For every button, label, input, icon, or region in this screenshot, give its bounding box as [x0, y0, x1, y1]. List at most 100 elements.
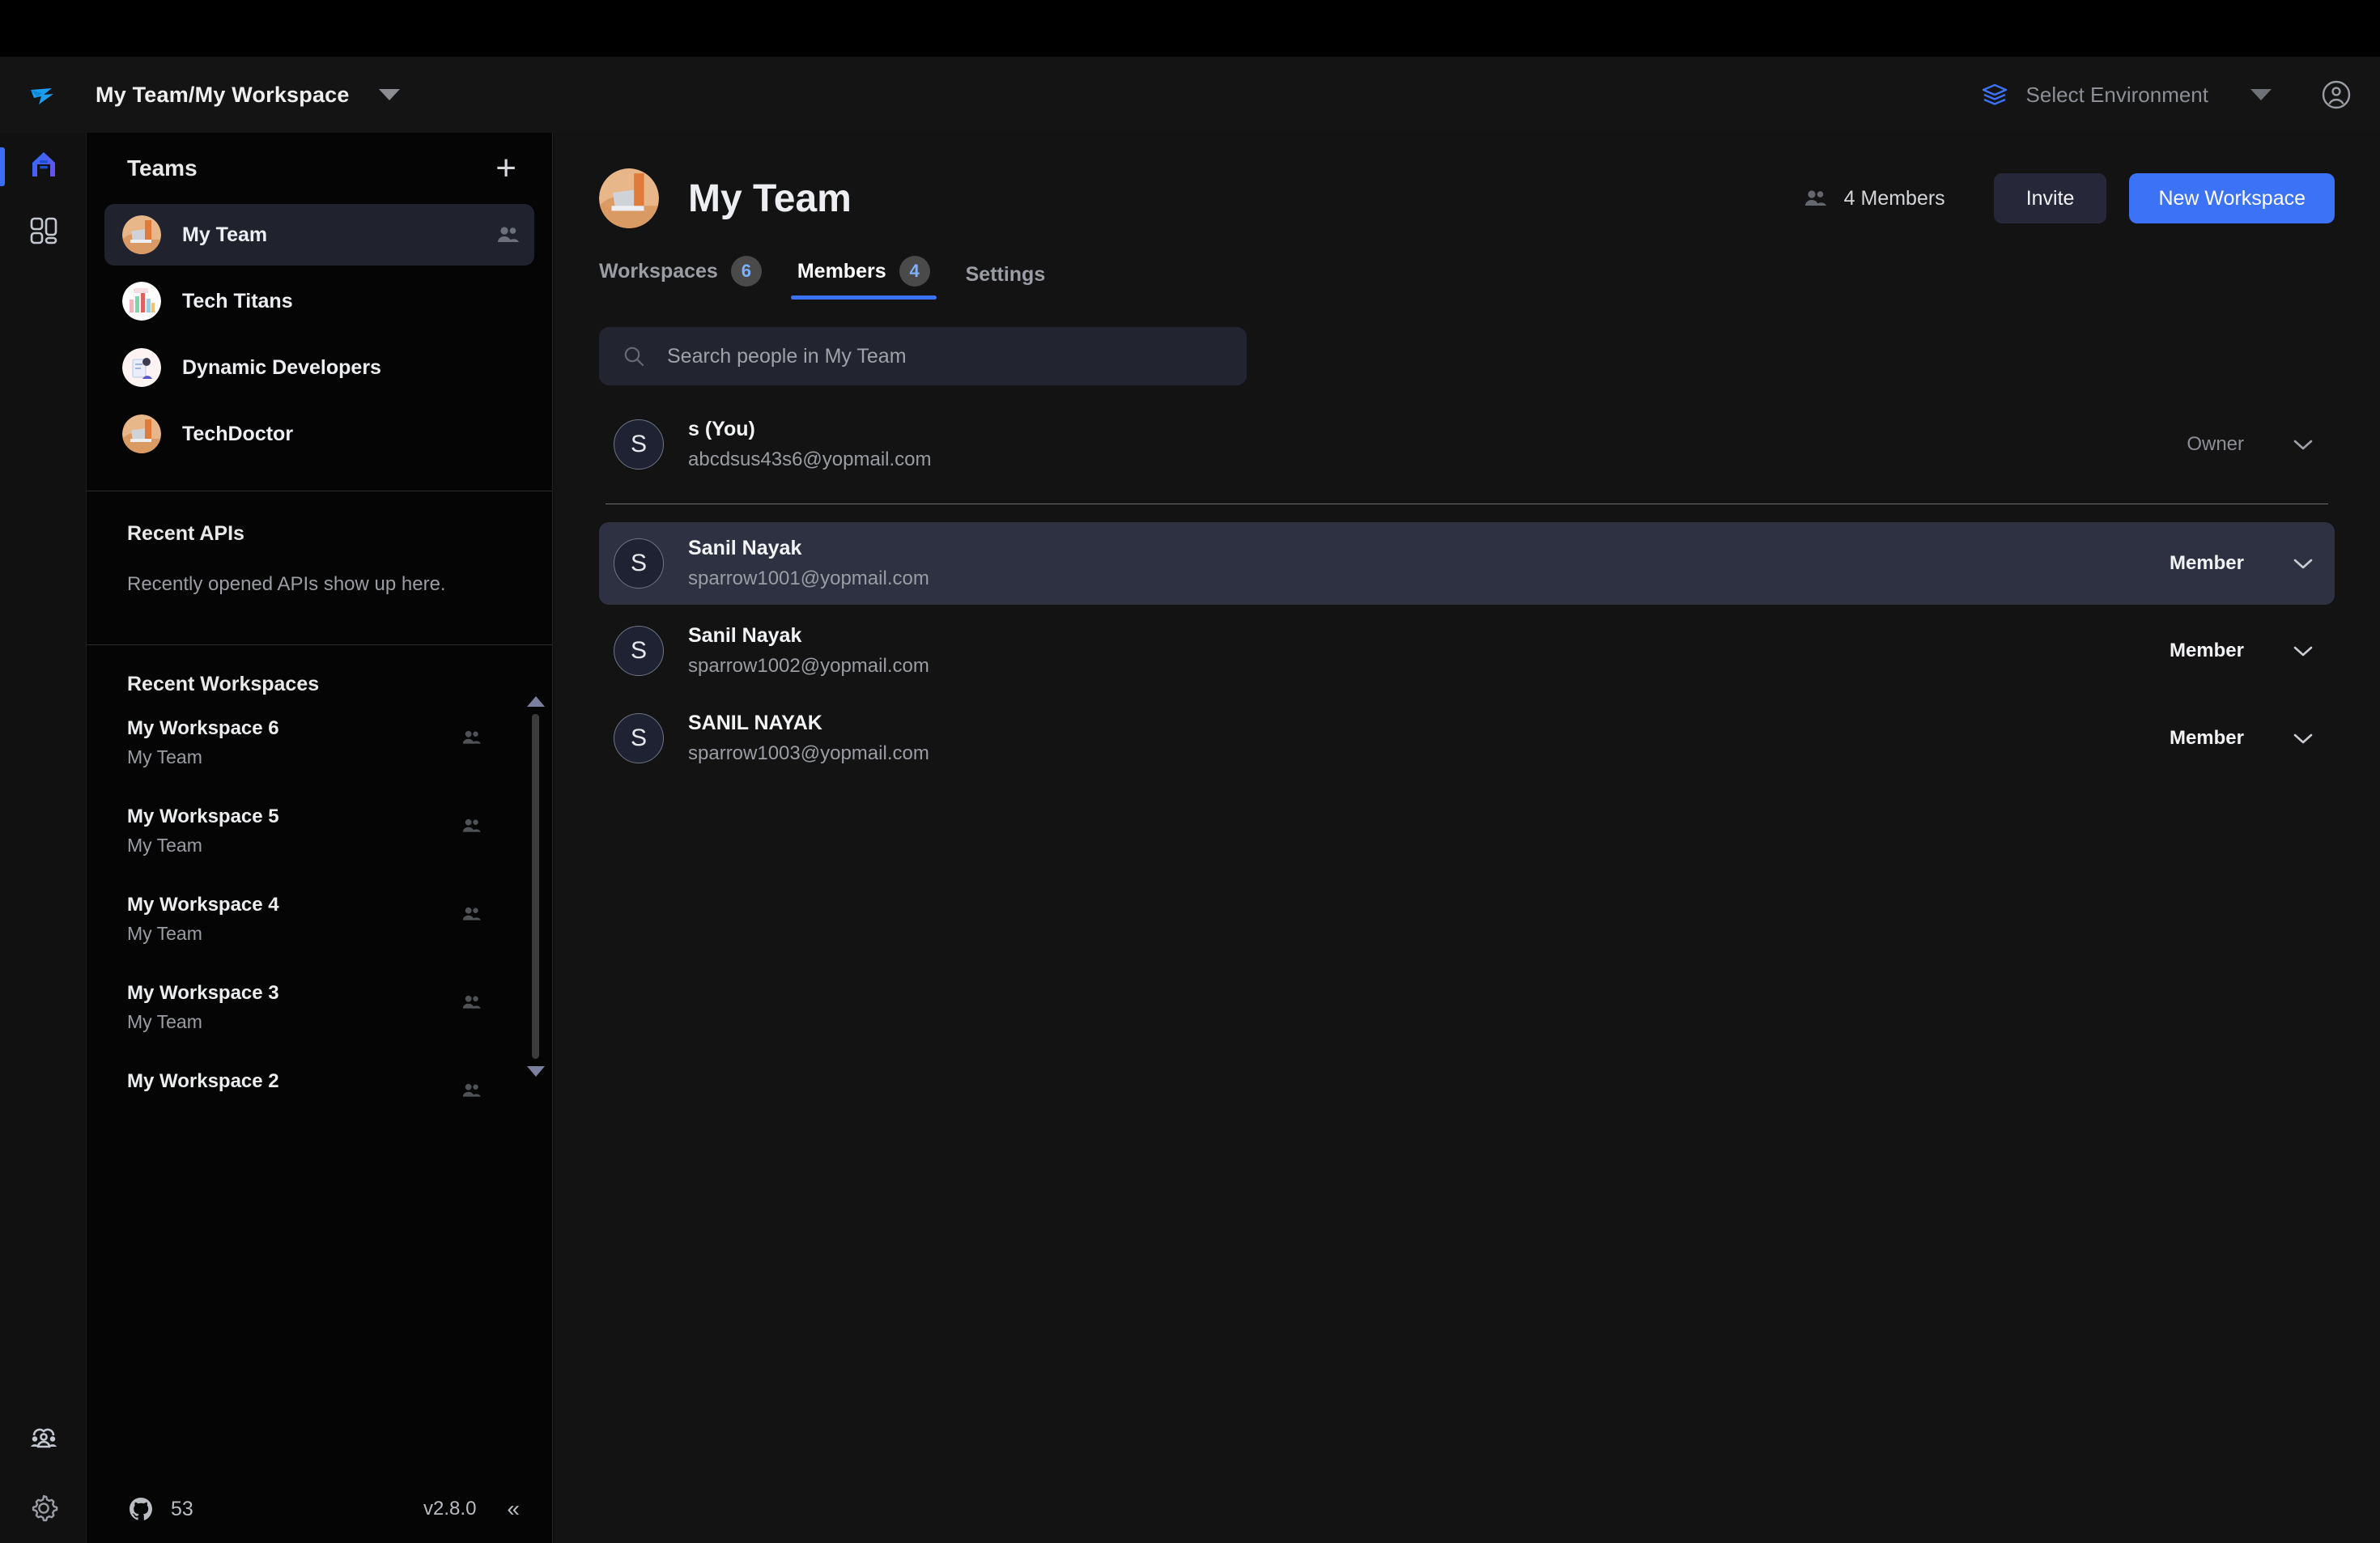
search-area: [554, 300, 2380, 385]
team-header-actions: 4 Members Invite New Workspace: [1802, 173, 2335, 223]
list-item[interactable]: My Workspace 3 My Team: [127, 982, 512, 1033]
active-tab-underline: [790, 295, 937, 300]
sidebar-footer: 53 v2.8.0 «: [87, 1475, 552, 1543]
sidebar-item-techdoctor[interactable]: TechDoctor: [104, 403, 534, 465]
member-info: SANIL NAYAK sparrow1003@yopmail.com: [688, 712, 929, 765]
table-row[interactable]: S s (You) abcdsus43s6@yopmail.com Owner: [599, 403, 2335, 486]
sidebar-item-my-team[interactable]: My Team: [104, 204, 534, 266]
recent-workspaces-section: My Workspace 6 My Team My Workspace 5 My…: [87, 696, 552, 1475]
sidebar-item-label: My Team: [182, 223, 268, 246]
avatar: [122, 215, 161, 254]
recent-apis-section: Recent APIs Recently opened APIs show up…: [87, 491, 552, 596]
role-dropdown[interactable]: Member: [2170, 640, 2314, 662]
new-workspace-button[interactable]: New Workspace: [2129, 173, 2335, 223]
avatar: S: [614, 626, 664, 676]
bird-logo-icon[interactable]: [26, 77, 62, 113]
role-dropdown[interactable]: Member: [2170, 727, 2314, 750]
dashboard-grid-icon: [28, 215, 60, 251]
chevron-down-icon: [2293, 732, 2314, 745]
tab-badge: 6: [730, 256, 762, 287]
member-info: Sanil Nayak sparrow1002@yopmail.com: [688, 624, 929, 678]
tab-label: Workspaces: [599, 259, 718, 283]
rail-item-teams[interactable]: [0, 1406, 87, 1473]
people-icon: [495, 224, 520, 245]
people-icon: [460, 905, 482, 923]
collapse-sidebar-icon[interactable]: «: [507, 1496, 520, 1522]
user-circle-icon[interactable]: [2318, 77, 2354, 113]
sidebar-item-dynamic-developers[interactable]: Dynamic Developers: [104, 337, 534, 398]
top-header-right-group: Select Environment: [1981, 77, 2354, 113]
window-top-strip: [0, 0, 2380, 57]
rail-item-home[interactable]: [0, 133, 87, 199]
workspace-name: My Workspace 3: [127, 982, 279, 1004]
sidebar-item-label: Dynamic Developers: [182, 355, 381, 379]
environment-caret-down-icon[interactable]: [2250, 89, 2272, 100]
member-email: sparrow1003@yopmail.com: [688, 742, 929, 764]
teams-people-icon: [26, 1420, 62, 1460]
workspace-team: My Team: [127, 835, 202, 856]
avatar: [122, 282, 161, 321]
table-row[interactable]: S Sanil Nayak sparrow1001@yopmail.com Me…: [599, 522, 2335, 605]
team-header: My Team 4 Members Invite New Workspace: [554, 133, 2380, 228]
scroll-up-arrow-icon[interactable]: [527, 696, 545, 707]
environment-selector-label[interactable]: Select Environment: [2026, 83, 2208, 108]
list-item[interactable]: My Workspace 4 My Team: [127, 894, 512, 945]
main-content: My Team 4 Members Invite New Workspace W…: [554, 133, 2380, 1543]
rail-item-settings[interactable]: [0, 1477, 87, 1543]
rail-item-dashboard[interactable]: [0, 199, 87, 266]
list-item[interactable]: My Workspace 5 My Team: [127, 806, 512, 857]
recent-workspaces-title: Recent Workspaces: [127, 673, 320, 695]
chevron-down-icon: [2293, 438, 2314, 451]
sidebar-item-tech-titans[interactable]: Tech Titans: [104, 270, 534, 332]
scroll-down-arrow-icon[interactable]: [527, 1066, 545, 1077]
chevron-down-icon: [2293, 557, 2314, 570]
member-name: Sanil Nayak: [688, 537, 802, 559]
layers-icon: [1981, 81, 2008, 108]
plus-icon[interactable]: +: [495, 151, 516, 186]
people-icon: [1802, 188, 1828, 209]
member-info: s (You) abcdsus43s6@yopmail.com: [688, 418, 932, 471]
breadcrumb-caret-down-icon[interactable]: [378, 89, 400, 100]
recent-apis-empty-text: Recently opened APIs show up here.: [127, 573, 446, 595]
sidebar-scrollbar[interactable]: [523, 696, 546, 1077]
search-box[interactable]: [599, 327, 1247, 385]
active-indicator-bar: [0, 147, 5, 186]
scrollbar-thumb[interactable]: [532, 714, 539, 1030]
teams-section-header: Teams +: [87, 133, 552, 204]
people-icon: [460, 993, 482, 1011]
avatar: [122, 348, 161, 387]
role-dropdown[interactable]: Member: [2170, 552, 2314, 575]
tab-workspaces[interactable]: Workspaces 6: [599, 256, 780, 300]
tab-settings[interactable]: Settings: [948, 263, 1064, 300]
workspace-team: My Team: [127, 923, 202, 944]
github-icon[interactable]: [127, 1495, 155, 1523]
role-label: Member: [2169, 727, 2244, 749]
people-icon: [460, 817, 482, 835]
list-item[interactable]: My Workspace 6 My Team: [127, 717, 512, 768]
workspace-name: My Workspace 6: [127, 717, 279, 739]
chevron-down-icon: [2293, 644, 2314, 657]
people-icon: [460, 729, 482, 746]
member-name: SANIL NAYAK: [688, 712, 822, 734]
top-header-bar: My Team/My Workspace Select Environment: [0, 57, 2380, 133]
avatar: S: [614, 419, 664, 470]
list-item[interactable]: My Workspace 2: [127, 1070, 512, 1097]
workspace-name: My Workspace 4: [127, 894, 279, 916]
people-icon: [460, 1082, 482, 1099]
table-row[interactable]: S SANIL NAYAK sparrow1003@yopmail.com Me…: [599, 697, 2335, 780]
sidebar-item-label: Tech Titans: [182, 289, 293, 312]
avatar: [122, 414, 161, 453]
tab-badge: 4: [899, 256, 930, 287]
breadcrumb[interactable]: My Team/My Workspace: [96, 83, 350, 108]
workspace-team: My Team: [127, 1011, 202, 1032]
scrollbar-track[interactable]: [532, 714, 539, 1059]
role-label: Owner: [2187, 433, 2244, 455]
search-input[interactable]: [667, 344, 1224, 368]
tab-members[interactable]: Members 4: [780, 256, 948, 300]
role-dropdown[interactable]: Owner: [2187, 433, 2314, 456]
role-label: Member: [2169, 640, 2244, 661]
table-row[interactable]: S Sanil Nayak sparrow1002@yopmail.com Me…: [599, 610, 2335, 692]
avatar: S: [614, 538, 664, 589]
team-tabs: Workspaces 6 Members 4 Settings: [554, 256, 2380, 300]
invite-button[interactable]: Invite: [1993, 173, 2107, 223]
